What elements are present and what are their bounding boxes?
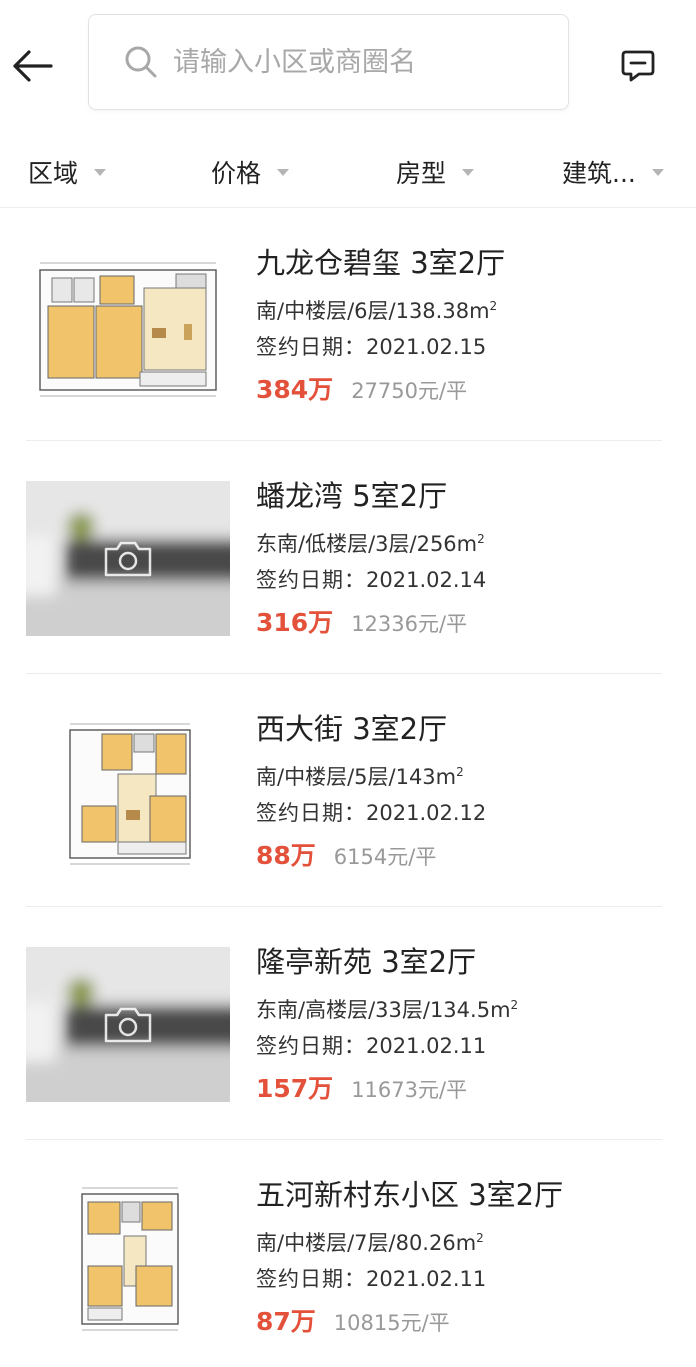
area-unit-sup: 2 xyxy=(456,765,464,779)
floorplan-thumbnail xyxy=(26,1180,230,1335)
total-price: 87万 xyxy=(256,1307,316,1336)
listing-item[interactable]: 隆亭新苑 3室2厅 东南/高楼层/33层/134.5m2 签约日期：2021.0… xyxy=(0,907,696,1140)
listing-date: 签约日期：2021.02.11 xyxy=(256,1265,676,1293)
listing-info: 蟠龙湾 5室2厅 东南/低楼层/3层/256m2 签约日期：2021.02.14… xyxy=(256,475,676,637)
filter-label: 建筑... xyxy=(562,159,636,188)
search-input[interactable] xyxy=(173,46,533,78)
listing-item[interactable]: 西大街 3室2厅 南/中楼层/5层/143m2 签约日期：2021.02.12 … xyxy=(0,674,696,907)
listing-meta-text: 东南/低楼层/3层/256m xyxy=(256,532,478,556)
caret-down-icon xyxy=(277,168,290,176)
caret-down-icon xyxy=(651,168,664,176)
camera-icon xyxy=(104,1007,152,1043)
listing-title: 西大街 3室2厅 xyxy=(256,712,448,746)
listing-item[interactable]: 五河新村东小区 3室2厅 南/中楼层/7层/80.26m2 签约日期：2021.… xyxy=(0,1140,696,1367)
listing-date: 签约日期：2021.02.14 xyxy=(256,566,676,594)
floorplan-thumbnail xyxy=(26,248,230,403)
listing-item[interactable]: 蟠龙湾 5室2厅 东南/低楼层/3层/256m2 签约日期：2021.02.14… xyxy=(0,441,696,674)
filter-label: 价格 xyxy=(211,159,262,188)
listing-title: 蟠龙湾 5室2厅 xyxy=(256,479,448,513)
listing-date: 签约日期：2021.02.11 xyxy=(256,1032,676,1060)
total-price: 384万 xyxy=(256,375,334,404)
area-unit-sup: 2 xyxy=(489,299,498,313)
listing-item[interactable]: 九龙仓碧玺 3室2厅 南/中楼层/6层/138.38m2 签约日期：2021.0… xyxy=(0,208,696,441)
listing-meta-text: 东南/高楼层/33层/134.5m xyxy=(256,998,511,1022)
floorplan-thumbnail xyxy=(26,714,230,869)
search-box[interactable] xyxy=(88,14,569,110)
filter-bar: 区域 价格 房型 建筑... xyxy=(0,130,696,208)
unit-price: 27750元/平 xyxy=(351,379,468,403)
caret-down-icon xyxy=(94,168,107,176)
listing-meta-text: 南/中楼层/5层/143m xyxy=(256,765,457,789)
filter-price[interactable]: 价格 xyxy=(211,154,290,190)
unit-price: 11673元/平 xyxy=(351,1078,468,1102)
date-label: 签约日期： xyxy=(256,335,366,359)
date-value: 2021.02.11 xyxy=(366,1034,487,1058)
filter-room-type[interactable]: 房型 xyxy=(396,154,475,190)
price-row: 88万 6154元/平 xyxy=(256,836,676,870)
date-value: 2021.02.11 xyxy=(366,1267,487,1291)
listing-date: 签约日期：2021.02.12 xyxy=(256,799,676,827)
top-bar xyxy=(0,0,696,130)
filter-building[interactable]: 建筑... xyxy=(562,154,664,190)
price-row: 157万 11673元/平 xyxy=(256,1069,676,1103)
date-value: 2021.02.15 xyxy=(366,335,487,359)
date-value: 2021.02.12 xyxy=(366,801,487,825)
price-row: 316万 12336元/平 xyxy=(256,603,676,637)
search-icon xyxy=(123,44,159,80)
listing-meta: 东南/高楼层/33层/134.5m2 xyxy=(256,991,676,1022)
filter-label: 区域 xyxy=(28,159,79,188)
listing-info: 隆亭新苑 3室2厅 东南/高楼层/33层/134.5m2 签约日期：2021.0… xyxy=(256,941,676,1103)
listing-meta: 南/中楼层/5层/143m2 xyxy=(256,758,676,789)
date-value: 2021.02.14 xyxy=(366,568,487,592)
listing-title: 隆亭新苑 3室2厅 xyxy=(256,945,477,979)
area-unit-sup: 2 xyxy=(477,532,485,546)
blurred-photo-thumbnail xyxy=(26,947,230,1102)
date-label: 签约日期： xyxy=(256,1034,366,1058)
filter-region[interactable]: 区域 xyxy=(28,154,107,190)
filter-label: 房型 xyxy=(396,159,447,188)
date-label: 签约日期： xyxy=(256,801,366,825)
listing-title: 五河新村东小区 3室2厅 xyxy=(256,1178,564,1212)
back-arrow-icon xyxy=(13,50,53,82)
listing-meta-text: 南/中楼层/6层/138.38m xyxy=(256,299,490,323)
unit-price: 10815元/平 xyxy=(333,1311,450,1335)
total-price: 316万 xyxy=(256,608,334,637)
price-row: 384万 27750元/平 xyxy=(256,370,676,404)
caret-down-icon xyxy=(462,168,475,176)
listing-meta: 南/中楼层/6层/138.38m2 xyxy=(256,292,676,323)
total-price: 157万 xyxy=(256,1074,334,1103)
total-price: 88万 xyxy=(256,841,316,870)
area-unit-sup: 2 xyxy=(510,998,519,1012)
back-button[interactable] xyxy=(8,40,56,92)
listing-title: 九龙仓碧玺 3室2厅 xyxy=(256,246,506,280)
message-button[interactable] xyxy=(612,40,664,92)
listing-meta: 南/中楼层/7层/80.26m2 xyxy=(256,1224,676,1255)
listing-info: 九龙仓碧玺 3室2厅 南/中楼层/6层/138.38m2 签约日期：2021.0… xyxy=(256,242,676,404)
area-unit-sup: 2 xyxy=(476,1231,484,1245)
date-label: 签约日期： xyxy=(256,568,366,592)
listing-meta: 东南/低楼层/3层/256m2 xyxy=(256,525,676,556)
unit-price: 12336元/平 xyxy=(351,612,468,636)
price-row: 87万 10815元/平 xyxy=(256,1302,676,1336)
camera-icon xyxy=(104,541,152,577)
listing-meta-text: 南/中楼层/7层/80.26m xyxy=(256,1231,477,1255)
blurred-photo-thumbnail xyxy=(26,481,230,636)
listing-info: 西大街 3室2厅 南/中楼层/5层/143m2 签约日期：2021.02.12 … xyxy=(256,708,676,870)
listing-info: 五河新村东小区 3室2厅 南/中楼层/7层/80.26m2 签约日期：2021.… xyxy=(256,1174,676,1336)
unit-price: 6154元/平 xyxy=(333,845,437,869)
message-icon xyxy=(621,50,655,82)
listing-date: 签约日期：2021.02.15 xyxy=(256,333,676,361)
date-label: 签约日期： xyxy=(256,1267,366,1291)
